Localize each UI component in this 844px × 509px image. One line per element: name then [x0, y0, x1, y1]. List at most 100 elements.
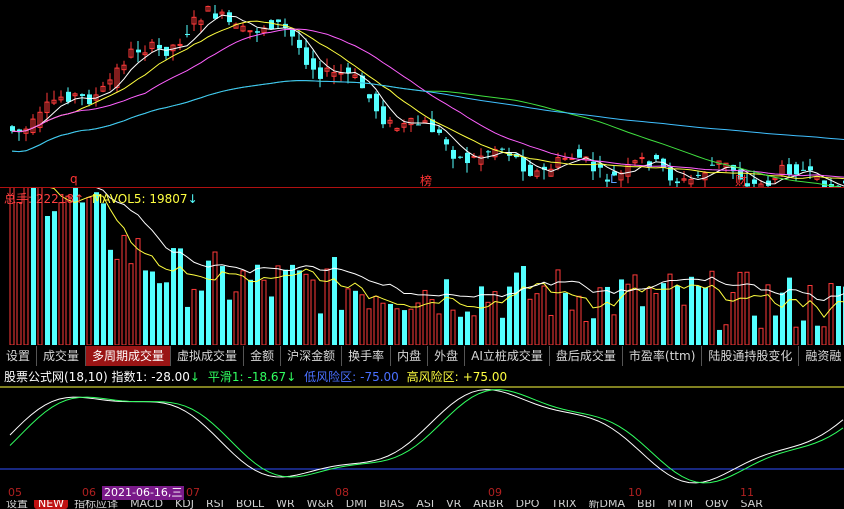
volume-bar-up — [128, 263, 134, 345]
candle-body-down — [374, 93, 379, 112]
volume-bar-up — [58, 202, 64, 345]
tab-10[interactable]: 盘后成交量 — [550, 346, 623, 366]
bottom-tab-0[interactable]: 设置 — [0, 500, 34, 509]
month-label: 10 — [628, 486, 642, 499]
bottom-tab-20[interactable]: SAR — [734, 500, 768, 509]
bottom-tab-10[interactable]: BIAS — [373, 500, 410, 509]
candle-body-up — [639, 157, 645, 160]
volume-bar-up — [408, 308, 414, 345]
volume-bar-down — [185, 306, 190, 345]
candle-body-down — [367, 94, 372, 99]
candle-body-down — [276, 19, 281, 22]
volume-bar-down — [500, 317, 505, 345]
tab-4[interactable]: 金额 — [244, 346, 282, 366]
candle-body-down — [227, 12, 232, 23]
volume-bar-down — [465, 311, 470, 345]
bottom-tab-7[interactable]: WR — [270, 500, 301, 509]
candle-body-down — [304, 47, 309, 65]
tab-3[interactable]: 虚拟成交量 — [171, 346, 245, 366]
bottom-tab-15[interactable]: TRIX — [545, 500, 582, 509]
candle-body-down — [465, 152, 470, 164]
volume-bar-down — [717, 329, 722, 345]
volume-bar-up — [611, 314, 617, 345]
volume-bar-down — [507, 286, 512, 345]
bottom-tab-12[interactable]: VR — [440, 500, 467, 509]
volume-bar-down — [220, 266, 225, 345]
volume-bar-up — [366, 308, 372, 345]
tab-6[interactable]: 换手率 — [342, 346, 392, 366]
tab-0[interactable]: 设置 — [0, 346, 38, 366]
moving-average-line-120 — [11, 80, 844, 153]
price-marker-q[interactable]: q — [70, 172, 78, 186]
volume-header: 总手: 22218↑ MAVOL5: 19807↓ — [4, 190, 198, 207]
volume-bar-up — [569, 309, 575, 345]
bottom-tab-14[interactable]: DPO — [510, 500, 546, 509]
bottom-tab-17[interactable]: BBI — [631, 500, 661, 509]
volume-bar-down — [45, 215, 50, 345]
tab-2[interactable]: 多周期成交量 — [86, 346, 172, 366]
tab-13[interactable]: 融资融 — [799, 346, 844, 366]
candle-body-down — [654, 154, 659, 160]
volume-bar-down — [178, 248, 183, 345]
bottom-tab-1[interactable]: NEW — [34, 500, 69, 509]
volume-bar-down — [150, 271, 155, 345]
candle-body-down — [297, 39, 302, 48]
bottom-tab-5[interactable]: RSI — [200, 500, 230, 509]
bottom-tab-8[interactable]: W&R — [301, 500, 340, 509]
low-risk-label: 低风险区: — [304, 370, 357, 384]
bottom-tab-13[interactable]: ARBR — [467, 500, 509, 509]
volume-bar-up — [9, 188, 15, 345]
candle-body-down — [10, 126, 15, 132]
volume-bar-down — [255, 264, 260, 345]
volume-bar-down — [101, 203, 106, 345]
bottom-tab-3[interactable]: MACD — [124, 500, 169, 509]
tab-8[interactable]: 外盘 — [428, 346, 466, 366]
volume-bar-up — [667, 273, 673, 345]
bottom-tab-18[interactable]: MTM — [661, 500, 699, 509]
bottom-indicator-bar: 设置 NEW 指标应译 MACD KDJ RSI BOLL WR W&R DMI BIAS ASI VR… — [0, 500, 844, 509]
bottom-tab-4[interactable]: KDJ — [169, 500, 200, 509]
price-marker-l[interactable]: L — [610, 172, 617, 186]
tab-9[interactable]: AI立桩成交量 — [465, 346, 550, 366]
moving-average-line-10 — [11, 20, 844, 180]
volume-bar-up — [114, 258, 120, 345]
high-risk-label: 高风险区: — [406, 370, 459, 384]
volume-bar-down — [248, 279, 253, 345]
tab-11[interactable]: 市盈率(ttm) — [623, 346, 703, 366]
volume-bar-up — [576, 295, 582, 345]
bottom-tab-2[interactable]: 指标应译 — [68, 500, 124, 509]
candle-body-down — [437, 129, 442, 133]
tab-12[interactable]: 陆股通持股变化 — [702, 346, 800, 366]
volume-bar-down — [703, 287, 708, 345]
volume-bar-down — [290, 264, 295, 345]
bottom-tab-9[interactable]: DMI — [340, 500, 373, 509]
tab-1[interactable]: 成交量 — [37, 346, 87, 366]
price-candlestick-panel[interactable] — [0, 0, 844, 187]
candle-body-down — [311, 58, 316, 70]
bottom-tab-19[interactable]: OBV — [699, 500, 734, 509]
volume-bar-down — [619, 279, 624, 345]
bottom-tab-16[interactable]: 新DMA — [583, 500, 632, 509]
volume-bar-up — [380, 302, 386, 345]
volume-bar-up — [758, 327, 764, 345]
volume-bar-up — [793, 326, 799, 345]
candle-body-down — [500, 148, 505, 150]
mavol-label: MAVOL5: — [91, 192, 146, 206]
tab-7[interactable]: 内盘 — [391, 346, 429, 366]
volume-bar-up — [450, 309, 456, 345]
tab-5[interactable]: 沪深金额 — [281, 346, 343, 366]
volume-bar-up — [303, 273, 309, 345]
volume-bar-panel[interactable] — [0, 188, 844, 345]
volume-bar-down — [458, 316, 463, 345]
index-value: -28.00 — [151, 370, 190, 384]
candle-body-down — [164, 46, 169, 56]
candle-body-down — [458, 156, 463, 158]
month-label: 06 — [82, 486, 96, 499]
bottom-tab-11[interactable]: ASI — [410, 500, 440, 509]
total-volume-value: 22218 — [35, 192, 75, 206]
volume-bar-up — [632, 274, 638, 345]
indicator-line-panel[interactable] — [0, 385, 844, 486]
volume-bar-up — [653, 292, 659, 345]
volume-bar-up — [744, 271, 750, 345]
bottom-tab-6[interactable]: BOLL — [230, 500, 270, 509]
